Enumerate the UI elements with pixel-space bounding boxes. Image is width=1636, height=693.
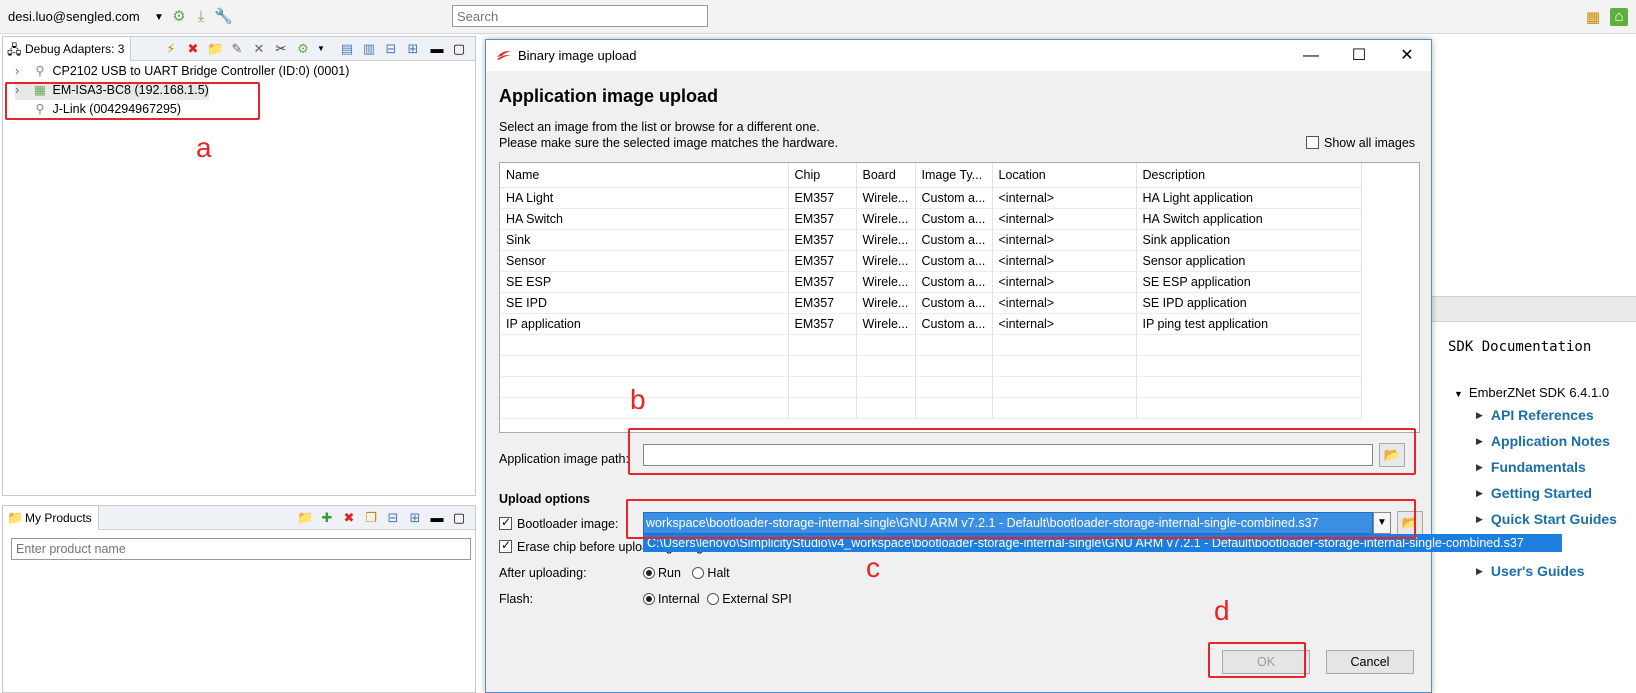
collapse-icon[interactable]: ⊟ [385,510,401,526]
dialog-heading: Application image upload [499,86,719,106]
folder-icon: 📁 [7,510,24,525]
dialog-title-bar[interactable]: Binary image upload — ☐ ✕ [486,40,1431,71]
annotation-label-d: d [1214,595,1230,626]
download-icon[interactable]: ⤓ [192,8,210,26]
top-toolbar: desi.luo@sengled.com ▼ ⚙ ⤓ 🔧 ▦ ⌂ [0,0,1636,34]
after-uploading-label: After uploading: [499,566,587,580]
checkbox-icon[interactable] [499,515,512,530]
flash-radio-group: Internal External SPI [643,592,792,606]
table-row [500,334,1362,356]
cancel-button[interactable]: Cancel [1326,650,1414,674]
minimize-icon[interactable]: — [1294,44,1328,68]
tools-icon[interactable]: ✂ [273,41,289,57]
silabs-logo-icon [497,51,511,60]
maximize-icon[interactable]: ▢ [451,510,467,526]
edit-icon[interactable]: ✎ [229,41,245,57]
table-row[interactable]: SE IPD EM357 Wirele... Custom a... <internal… [500,292,1362,314]
list-icon[interactable]: ▥ [361,41,377,57]
add-icon[interactable]: ✚ [319,510,335,526]
upload-options-heading: Upload options [499,492,590,506]
wrench-icon[interactable]: 🔧 [214,8,233,26]
folder-icon[interactable]: 📁 [297,510,313,526]
annotation-box-b [628,428,1416,475]
remove-icon[interactable]: ✕ [251,41,267,57]
product-name-input[interactable] [11,538,471,560]
app-image-path-label: Application image path: [499,452,629,466]
radio-run[interactable]: Run [643,566,681,580]
table-row[interactable]: IP application EM357 Wirele... Custom a... <… [500,313,1362,335]
chevron-right-icon[interactable]: › [15,64,31,78]
annotation-label-c: c [866,552,880,583]
column-header-board[interactable]: Board [856,163,916,188]
sdk-item-fundamentals[interactable]: ▶ Fundamentals [1476,459,1586,475]
annotation-box-c [626,499,1416,539]
after-uploading-radio-group: Run Halt [643,566,730,580]
my-products-panel: 📁 My Products 📁 ✚ ✖ ❐ ⊟ ⊞ ▬ ▢ [2,505,476,693]
sdk-root-item[interactable]: ▼ EmberZNet SDK 6.4.1.0 [1454,385,1609,400]
copy-icon[interactable]: ❐ [363,510,379,526]
connect-icon[interactable]: ⚡ [163,41,179,57]
gear-icon[interactable]: ⚙ [295,41,311,57]
table-row[interactable]: SE ESP EM357 Wirele... Custom a... <internal… [500,271,1362,293]
annotation-box-a [5,82,260,120]
table-row[interactable]: HA Switch EM357 Wirele... Custom a... <inter… [500,208,1362,230]
dialog-title: Binary image upload [518,48,637,63]
chevron-down-icon[interactable]: ▼ [150,9,168,27]
chevron-down-icon[interactable]: ▼ [313,41,329,57]
bootloader-checkbox[interactable]: Bootloader image: [499,515,618,531]
expand-icon[interactable]: ⊞ [405,41,421,57]
table-row[interactable]: Sensor EM357 Wirele... Custom a... <internal… [500,250,1362,272]
minimize-icon[interactable]: ▬ [429,510,445,526]
folder-icon[interactable]: 📁 [207,41,223,57]
column-header-description[interactable]: Description [1136,163,1362,188]
minimize-icon[interactable]: ▬ [429,41,445,57]
tree-item[interactable]: › ⚲ CP2102 USB to UART Bridge Controller … [15,63,349,81]
maximize-icon[interactable]: ☐ [1342,44,1376,68]
maximize-icon[interactable]: ▢ [451,41,467,57]
sdk-item-api-references[interactable]: ▶ API References [1476,407,1594,423]
annotation-label-a: a [196,132,212,163]
delete-icon[interactable]: ✖ [341,510,357,526]
usb-icon: ⚲ [35,64,45,78]
sdk-item-quick-start-guides[interactable]: ▶ Quick Start Guides [1476,511,1617,527]
user-email[interactable]: desi.luo@sengled.com [8,9,140,24]
column-header-location[interactable]: Location [992,163,1137,188]
close-icon[interactable]: ✕ [1390,44,1424,68]
search-input[interactable] [452,5,708,27]
perspective-icon[interactable]: ▦ [1584,9,1602,27]
sdk-item-getting-started[interactable]: ▶ Getting Started [1476,485,1592,501]
home-icon[interactable]: ⌂ [1610,8,1628,26]
collapse-icon[interactable]: ⊟ [383,41,399,57]
dialog-instruction-2: Please make sure the selected image matc… [499,136,839,150]
column-header-image-type[interactable]: Image Ty... [915,163,993,188]
expand-icon[interactable]: ⊞ [407,510,423,526]
radio-halt[interactable]: Halt [692,566,730,580]
table-row[interactable]: Sink EM357 Wirele... Custom a... <internal> S… [500,229,1362,251]
radio-external-spi[interactable]: External SPI [707,592,792,606]
checkbox-icon[interactable] [1306,136,1319,149]
column-header-chip[interactable]: Chip [788,163,857,188]
column-header-name[interactable]: Name [500,163,789,188]
sdk-item-application-notes[interactable]: ▶ Application Notes [1476,433,1610,449]
annotation-box-d [1208,642,1306,678]
table-row [500,355,1362,377]
gear-icon[interactable]: ⚙ [170,8,188,26]
annotation-label-b: b [630,384,646,415]
binary-image-upload-dialog: Binary image upload — ☐ ✕ Application im… [485,39,1562,693]
layout-icon[interactable]: ▤ [339,41,355,57]
debug-adapter-icon: 🖧 [7,42,22,57]
sdk-doc-title: SDK Documentation [1448,339,1592,355]
table-row[interactable]: HA Light EM357 Wirele... Custom a... <intern… [500,187,1362,209]
radio-internal[interactable]: Internal [643,592,700,606]
sdk-documentation-pane: SDK Documentation ▼ EmberZNet SDK 6.4.1.0… [1432,34,1636,693]
checkbox-icon[interactable] [499,538,512,553]
flash-label: Flash: [499,592,534,606]
sdk-item-users-guides[interactable]: ▶ User's Guides [1476,563,1585,579]
disconnect-icon[interactable]: ✖ [185,41,201,57]
table-header: Name Chip Board Image Ty... Location Des… [500,163,1362,188]
dialog-instruction-1: Select an image from the list or browse … [499,120,820,134]
show-all-images-checkbox[interactable]: Show all images [1306,136,1415,150]
tab-debug-adapters[interactable]: 🖧 Debug Adapters: 3 [3,37,132,61]
tab-my-products[interactable]: 📁 My Products [3,506,99,530]
